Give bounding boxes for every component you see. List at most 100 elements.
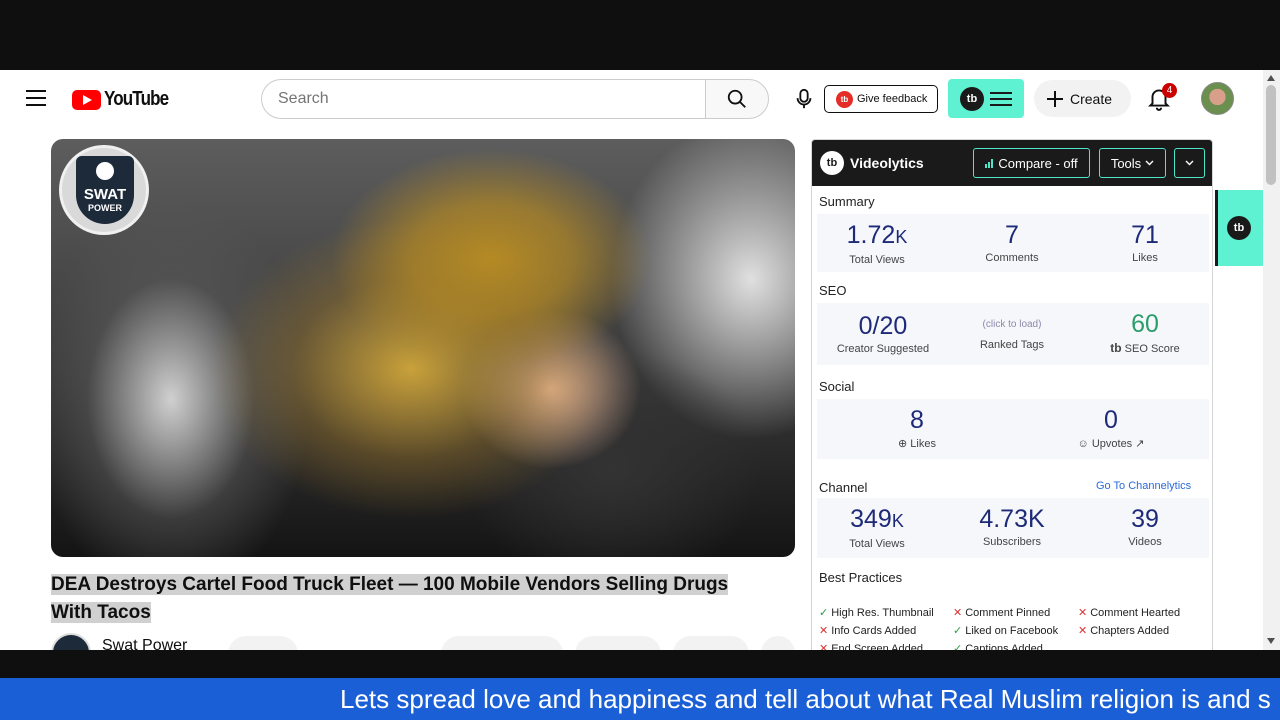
cross-icon: ✕ [1078, 607, 1088, 619]
tubebuddy-side-tab[interactable]: tb [1215, 190, 1263, 266]
videos-label: Videos [1128, 536, 1162, 548]
tubebuddy-icon: tb [1110, 341, 1122, 355]
tools-dropdown-button[interactable]: Tools [1099, 148, 1166, 178]
like-dislike-button[interactable] [441, 636, 563, 650]
upvotes-value: 0 [1104, 406, 1118, 434]
social-section-title: Social [819, 379, 855, 394]
video-player[interactable]: SWAT POWER [51, 139, 795, 557]
ranked-tags-label: Ranked Tags [979, 339, 1044, 351]
creator-suggested-label: Creator Suggested [836, 343, 930, 355]
channel-name[interactable]: Swat Power [102, 637, 187, 650]
external-link-icon[interactable]: ↗ [1135, 438, 1144, 450]
best-practice-label: Liked on Facebook [965, 625, 1059, 637]
tubebuddy-menu-button[interactable]: tb [948, 79, 1024, 118]
youtube-logo-text: YouTube [104, 88, 169, 110]
channel-avatar[interactable] [51, 633, 91, 650]
save-button[interactable] [673, 636, 749, 650]
hamburger-icon [990, 91, 1012, 106]
summary-section-title: Summary [819, 194, 875, 209]
collapse-panel-button[interactable] [1174, 148, 1205, 178]
ticker-text: Lets spread love and happiness and tell … [340, 684, 1271, 714]
go-to-channelytics-link[interactable]: Go To Channelytics [1096, 480, 1191, 492]
account-avatar[interactable] [1201, 82, 1234, 115]
social-likes-label: Likes [910, 438, 936, 450]
search-input[interactable] [261, 79, 706, 119]
top-black-bar [0, 0, 1280, 70]
channel-section-title: Channel [819, 480, 868, 495]
menu-icon[interactable] [26, 90, 46, 106]
channel-views-stat: 349K Total Views [817, 504, 937, 550]
video-title-text: DEA Destroys Cartel Food Truck Fleet — 1… [51, 574, 729, 623]
best-practice-item: ✕ Chapters Added [1078, 624, 1169, 637]
compare-label: Compare - off [998, 155, 1078, 171]
click-to-load-link[interactable]: (click to load) [952, 319, 1072, 330]
creator-suggested-value: 0/20 [858, 312, 908, 340]
scroll-up-arrow-icon[interactable] [1267, 75, 1275, 81]
search-button[interactable] [705, 79, 769, 119]
reddit-icon: ☺ [1077, 438, 1089, 450]
more-actions-button[interactable] [761, 636, 795, 650]
compare-toggle-button[interactable]: Compare - off [973, 148, 1090, 178]
eagle-icon [96, 162, 114, 180]
swat-shield-icon: SWAT POWER [76, 156, 134, 224]
seo-section-title: SEO [819, 283, 847, 298]
best-practice-label: Chapters Added [1090, 625, 1170, 637]
channel-views-unit: K [891, 511, 904, 531]
best-practice-item: ✓ Captions Added [953, 642, 1043, 650]
watermark-subword: POWER [87, 203, 122, 213]
summary-views-value: 1.72 [846, 221, 896, 249]
youtube-logo[interactable]: YouTube [72, 88, 180, 111]
best-practice-item: ✕ Info Cards Added [819, 624, 916, 637]
best-practice-item: ✕ End Screen Added [819, 642, 923, 650]
social-likes-value: 8 [910, 406, 924, 434]
seo-score-value: 60 [1131, 310, 1159, 338]
summary-likes-value: 71 [1131, 221, 1159, 249]
seo-score-label: SEO Score [1124, 343, 1180, 355]
summary-views-unit: K [895, 227, 908, 247]
likes-icon: ⊕ [898, 438, 908, 450]
plus-icon [1047, 90, 1063, 107]
videolytics-title: Videolytics [850, 155, 924, 171]
videolytics-panel: tb Videolytics Compare - off Tools Summa… [811, 139, 1213, 650]
scroll-down-arrow-icon[interactable] [1267, 638, 1275, 644]
check-icon: ✓ [819, 607, 829, 619]
give-feedback-button[interactable]: tb Give feedback [824, 85, 938, 113]
scrollbar-thumb[interactable] [1266, 85, 1276, 185]
subscribers-stat: 4.73K Subscribers [952, 504, 1072, 548]
bottom-black-bar [0, 650, 1280, 678]
tubebuddy-logo-icon: tb [1227, 216, 1251, 240]
social-stats: 8 ⊕ Likes 0 ☺ Upvotes ↗ [817, 399, 1209, 459]
subscribe-button[interactable] [228, 636, 298, 650]
summary-likes-label: Likes [1132, 252, 1158, 264]
best-practice-label: High Res. Thumbnail [831, 607, 934, 619]
best-practices-section-title: Best Practices [819, 570, 903, 585]
cross-icon: ✕ [1078, 625, 1088, 637]
summary-stats: 1.72K Total Views 7 Comments 71 Likes [817, 214, 1209, 272]
voice-search-button[interactable] [788, 83, 820, 115]
best-practice-item: ✕ Comment Pinned [953, 606, 1050, 619]
upvotes-label: Upvotes [1091, 438, 1133, 450]
youtube-play-icon [72, 89, 101, 110]
create-button[interactable]: Create [1034, 80, 1131, 117]
share-button[interactable] [575, 636, 661, 650]
channel-views-value: 349 [850, 505, 892, 533]
tools-label: Tools [1110, 155, 1142, 171]
search-icon [727, 89, 746, 108]
chevron-down-icon [1145, 160, 1154, 166]
channel-stats: 349K Total Views 4.73K Subscribers 39 Vi… [817, 498, 1209, 558]
summary-likes-stat: 71 Likes [1085, 220, 1205, 264]
ranked-tags-stat[interactable]: (click to load) Ranked Tags [952, 317, 1072, 351]
social-likes-stat: 8 ⊕ Likes [857, 405, 977, 450]
best-practice-label: Comment Hearted [1090, 607, 1181, 619]
give-feedback-label: Give feedback [857, 93, 928, 105]
best-practice-label: Info Cards Added [831, 625, 917, 637]
seo-score-stat: 60 tb SEO Score [1085, 309, 1205, 355]
subscribers-label: Subscribers [982, 536, 1042, 548]
best-practice-item: ✕ Comment Hearted [1078, 606, 1180, 619]
tubebuddy-icon: tb [836, 90, 853, 108]
notifications-button[interactable]: 4 [1146, 83, 1177, 113]
tubebuddy-logo-icon: tb [960, 86, 984, 111]
notification-count-badge: 4 [1162, 83, 1177, 98]
microphone-icon [796, 88, 812, 109]
watermark-word: SWAT [83, 186, 127, 203]
